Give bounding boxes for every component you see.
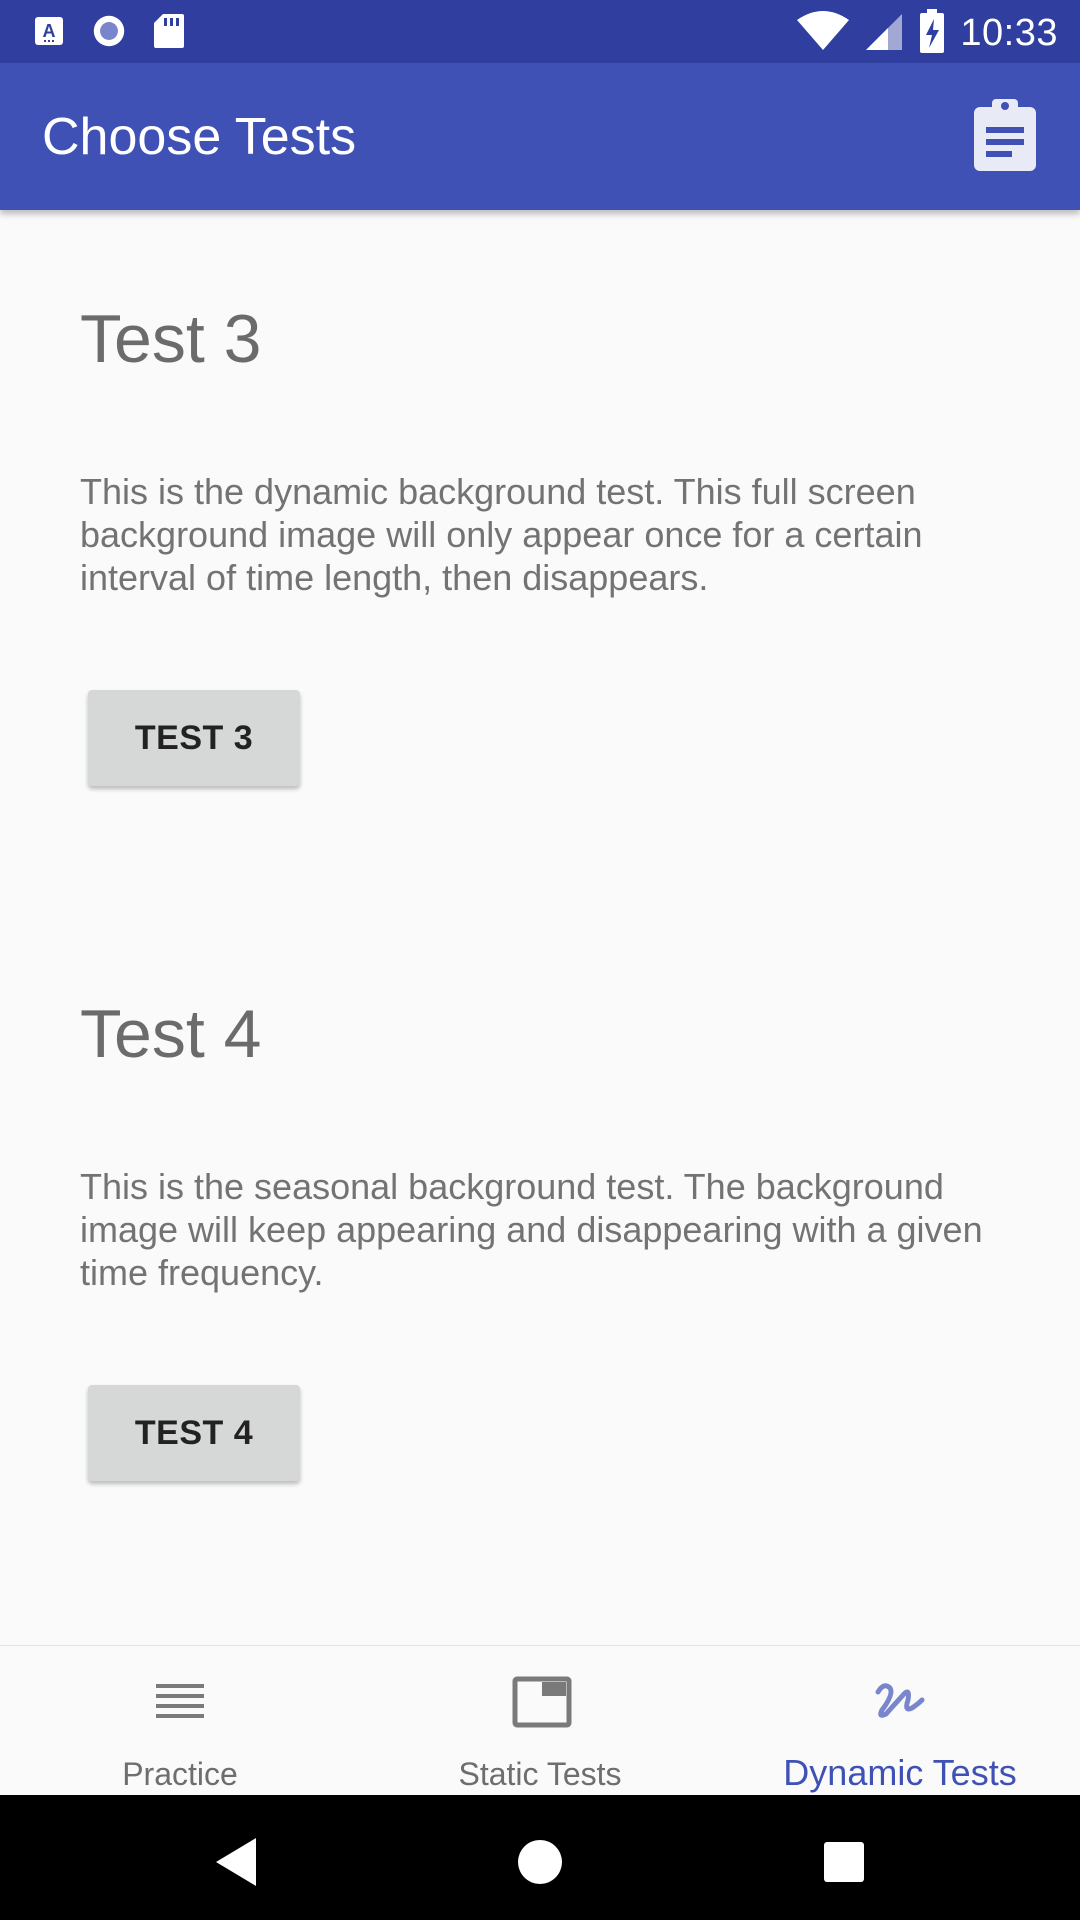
keyboard-a-icon: A <box>32 14 66 48</box>
test-3-title: Test 3 <box>80 301 262 377</box>
nav-label-dynamic-tests: Dynamic Tests <box>783 1752 1017 1793</box>
wifi-icon <box>796 10 850 57</box>
page-title: Choose Tests <box>42 108 357 166</box>
battery-charging-icon <box>918 8 946 59</box>
system-navigation-bar <box>0 1795 1080 1920</box>
nav-item-dynamic-tests[interactable]: Dynamic Tests <box>720 1646 1080 1795</box>
status-time: 10:33 <box>960 12 1058 54</box>
test-4-description: This is the seasonal background test. Th… <box>80 1166 983 1293</box>
clipboard-icon[interactable] <box>970 97 1040 173</box>
window-icon <box>512 1676 572 1728</box>
test-3-description: This is the dynamic background test. Thi… <box>80 471 923 598</box>
sd-card-icon <box>152 14 186 48</box>
radio-record-icon <box>92 14 126 48</box>
nav-label-static-tests: Static Tests <box>458 1756 622 1792</box>
squiggle-icon <box>872 1676 928 1728</box>
test-4-button[interactable]: TEST 4 <box>88 1385 300 1481</box>
cell-signal-icon <box>864 10 904 57</box>
test-3-button[interactable]: TEST 3 <box>88 690 300 786</box>
nav-item-static-tests[interactable]: Static Tests <box>360 1646 720 1795</box>
back-icon[interactable] <box>206 1832 266 1892</box>
status-bar: A 10:33 <box>0 0 1080 63</box>
svg-text:A: A <box>43 21 56 41</box>
test-4-title: Test 4 <box>80 996 262 1072</box>
app-bar: Choose Tests <box>0 63 1080 210</box>
recents-icon[interactable] <box>814 1832 874 1892</box>
home-icon[interactable] <box>510 1832 570 1892</box>
test-3-section: Test 3 This is the dynamic background te… <box>80 300 1000 786</box>
test-4-section: Test 4 This is the seasonal background t… <box>80 995 1000 1481</box>
bottom-navigation: Practice Static Tests Dynamic Tests <box>0 1645 1080 1795</box>
nav-item-practice[interactable]: Practice <box>0 1646 360 1795</box>
nav-label-practice: Practice <box>122 1756 238 1792</box>
tests-content: Test 3 This is the dynamic background te… <box>0 210 1080 1645</box>
list-lines-icon <box>152 1676 208 1728</box>
